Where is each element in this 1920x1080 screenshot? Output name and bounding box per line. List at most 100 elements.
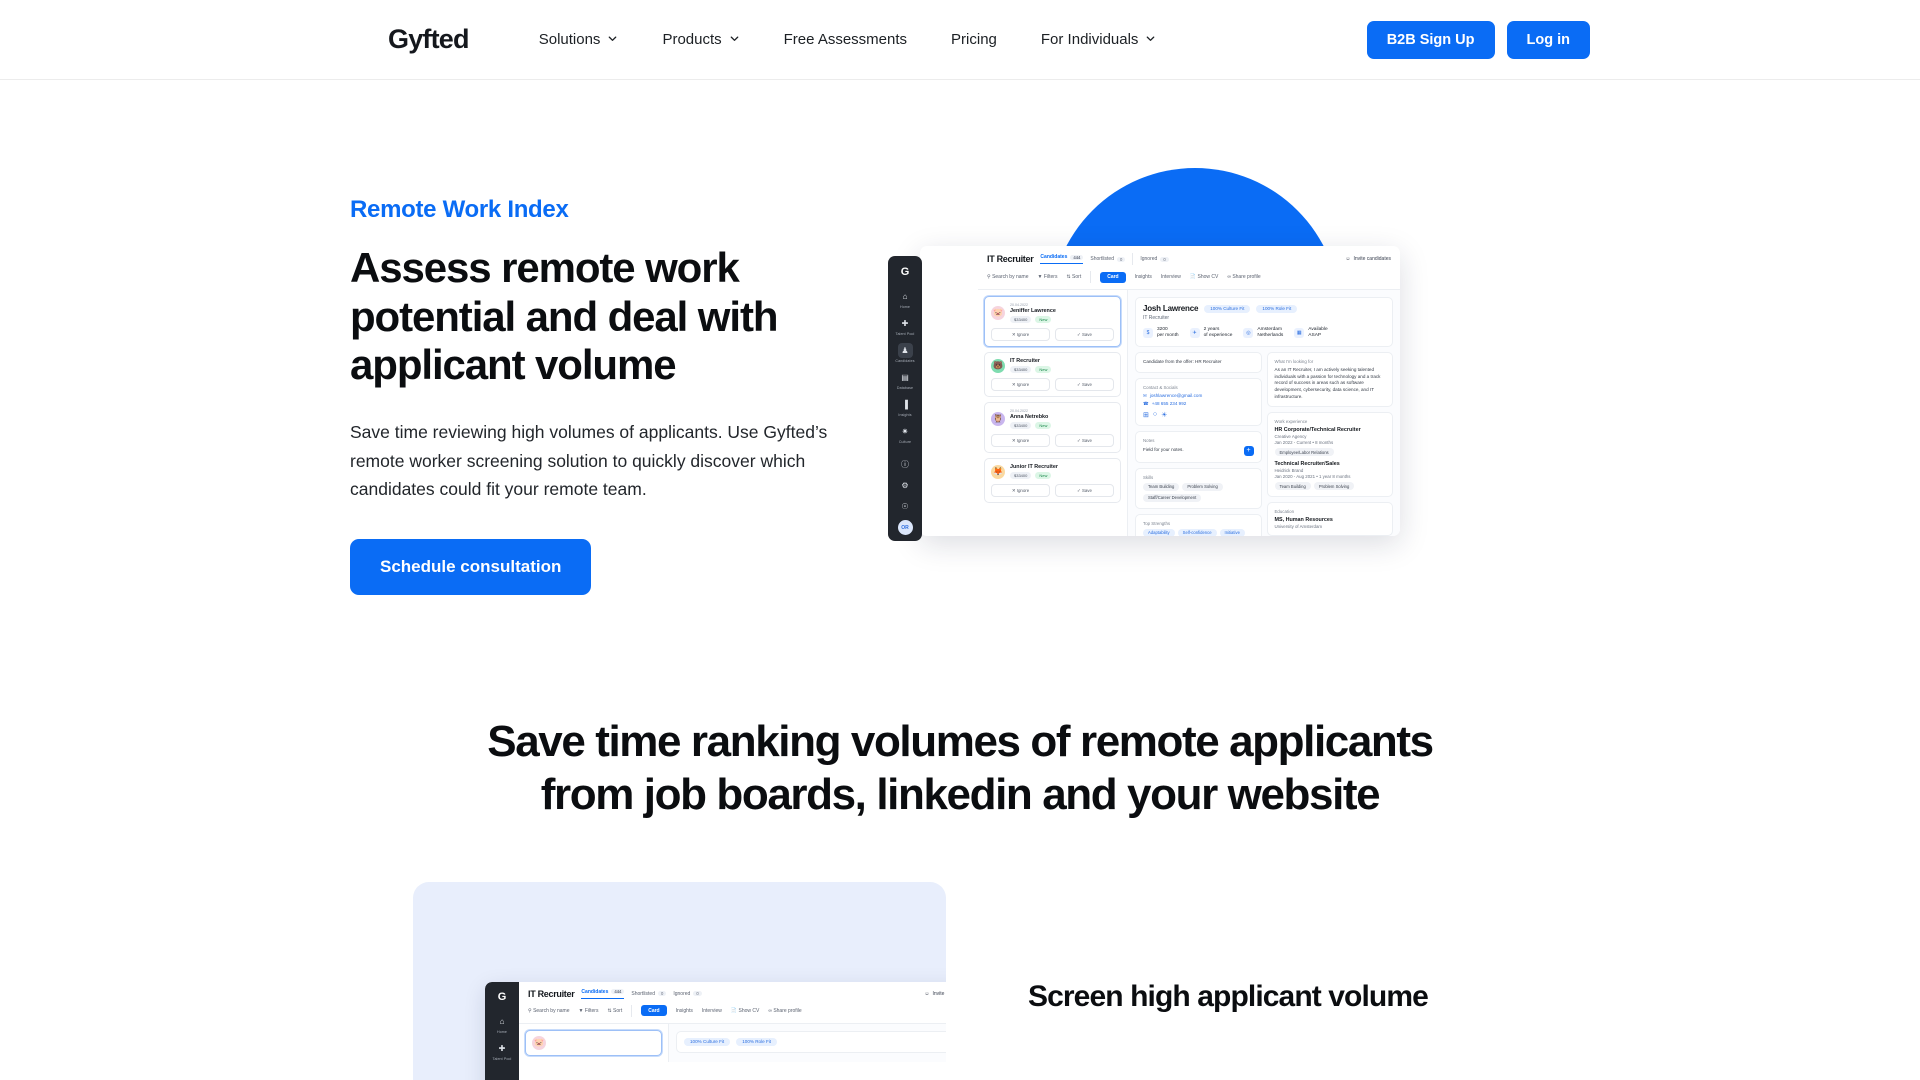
save-button[interactable]: ✓ Save bbox=[1055, 434, 1114, 447]
candidate-card[interactable]: 🦊 Junior IT Recruiter $33400 New ✕ Ignor… bbox=[984, 458, 1121, 503]
search-placeholder: Search by name bbox=[533, 1007, 570, 1014]
mockup-window: IT Recruiter Candidates 444 Shortlisted … bbox=[920, 246, 1400, 536]
login-button[interactable]: Log in bbox=[1506, 20, 1590, 59]
email-row[interactable]: ✉ joshlawrence@gmail.com bbox=[1143, 393, 1254, 399]
invite-candidates-button[interactable]: ☺ Invite candidates bbox=[924, 991, 946, 997]
sidebar-item-talent-pool[interactable]: ✚ Talent Pool bbox=[493, 1041, 512, 1061]
mockup-tab-ignored[interactable]: Ignored 0 bbox=[673, 990, 702, 997]
mockup-tab-candidates[interactable]: Candidates 444 bbox=[581, 989, 625, 999]
share-label: Share profile bbox=[773, 1007, 802, 1014]
schedule-consultation-button[interactable]: Schedule consultation bbox=[350, 539, 592, 596]
job-company: Creative Agency bbox=[1274, 434, 1307, 440]
save-button[interactable]: ✓ Save bbox=[1055, 484, 1114, 497]
sort-button[interactable]: ⇅ Sort bbox=[607, 1008, 622, 1014]
work-label: Work experience bbox=[1274, 419, 1308, 425]
nav-item-solutions[interactable]: Solutions bbox=[517, 31, 641, 48]
filters-button[interactable]: ▼ Filters bbox=[1037, 274, 1057, 280]
sort-label: Sort bbox=[1072, 274, 1082, 280]
view-tab-interview[interactable]: Interview bbox=[702, 1008, 722, 1014]
github-icon[interactable]: ○ bbox=[1153, 411, 1157, 419]
stat-label: Netherlands bbox=[1257, 333, 1284, 339]
invite-label: Invite candidates bbox=[1353, 256, 1391, 262]
nav-item-label: For Individuals bbox=[1040, 31, 1139, 48]
mockup-header: IT Recruiter Candidates 444 Shortlisted … bbox=[978, 246, 1400, 265]
mockup-toolbar: ⚲ Search by name ▼ Filters ⇅ Sort Card I… bbox=[978, 265, 1400, 290]
avatar[interactable]: OR bbox=[897, 520, 913, 535]
sort-button[interactable]: ⇅ Sort bbox=[1066, 274, 1081, 280]
mockup-sidebar: G ⌂ Home ✚ Talent Pool bbox=[485, 981, 519, 1080]
tab-label: Ignored bbox=[673, 990, 691, 997]
ignore-button[interactable]: ✕ Ignore bbox=[991, 434, 1050, 447]
sidebar-item-home[interactable]: ⌂ Home bbox=[495, 1014, 510, 1034]
stat-value: 2 years bbox=[1203, 327, 1220, 332]
mockup-tab-shortlisted[interactable]: Shortlisted 0 bbox=[631, 991, 667, 997]
gyfted-logo[interactable]: Gyfted bbox=[388, 24, 470, 55]
share-profile-button[interactable]: ∞ Share profile bbox=[768, 1008, 801, 1014]
linkedin-icon[interactable]: ⊞ bbox=[1143, 411, 1149, 419]
globe-icon[interactable]: ☀ bbox=[1161, 411, 1167, 419]
add-person-icon: ✚ bbox=[498, 1043, 506, 1053]
stat-location: ◎ Amsterdam Netherlands bbox=[1243, 327, 1283, 340]
b2b-signup-button[interactable]: B2B Sign Up bbox=[1366, 20, 1495, 59]
save-button[interactable]: ✓ Save bbox=[1055, 328, 1114, 341]
job-tag: Problem Solving bbox=[1313, 482, 1355, 491]
ignore-button[interactable]: ✕ Ignore bbox=[991, 484, 1050, 497]
candidate-card[interactable]: 🦉 20.04.2022 Anna Netrebko $33400 New ✕ … bbox=[984, 402, 1121, 453]
candidate-card[interactable]: 🐻 IT Recruiter $33400 New ✕ Ignore ✓ Sav… bbox=[984, 352, 1121, 397]
nav-item-free-assessments[interactable]: Free Assessments bbox=[762, 31, 929, 48]
sidebar-item-candidates[interactable]: ♟ Candidates bbox=[895, 343, 914, 363]
sidebar-item-talent-pool[interactable]: ✚ Talent Pool bbox=[896, 316, 915, 336]
sidebar-item-database[interactable]: ▤ Database bbox=[897, 370, 913, 390]
invite-person-icon: ☺ bbox=[924, 990, 930, 997]
gear-icon[interactable]: ⚙ bbox=[898, 478, 913, 493]
help-icon[interactable]: ⓘ bbox=[898, 457, 913, 472]
phone-row[interactable]: ☎ +48 655 234 992 bbox=[1143, 401, 1254, 407]
show-cv-button[interactable]: 📄 Show CV bbox=[731, 1008, 759, 1014]
mockup-columns: 🐷 20.04.2022 Jeniffer Lawrence $33400 Ne… bbox=[978, 290, 1400, 536]
tab-count: 444 bbox=[1070, 254, 1084, 260]
sidebar-item-insights[interactable]: ▐ Insights bbox=[898, 397, 913, 417]
nav-item-products[interactable]: Products bbox=[640, 31, 761, 48]
hero-illustration: IT Recruiter Candidates 444 Shortlisted … bbox=[870, 168, 1590, 598]
search-input[interactable]: ⚲ Search by name bbox=[528, 1008, 569, 1014]
view-tab-interview[interactable]: Interview bbox=[1161, 274, 1181, 280]
share-profile-button[interactable]: ∞ Share profile bbox=[1227, 274, 1260, 280]
ignore-button[interactable]: ✕ Ignore bbox=[991, 378, 1050, 391]
filters-button[interactable]: ▼ Filters bbox=[578, 1008, 598, 1014]
role-fit-badge: 100% Role Fit bbox=[1256, 304, 1298, 313]
location-icon: ◎ bbox=[1243, 328, 1254, 339]
search-placeholder: Search by name bbox=[992, 274, 1029, 280]
save-button[interactable]: ✓ Save bbox=[1055, 378, 1114, 391]
people-icon: ♟ bbox=[897, 343, 913, 358]
view-tab-insights[interactable]: Insights bbox=[676, 1008, 693, 1014]
view-tab-card[interactable]: Card bbox=[1100, 271, 1126, 283]
notes-input[interactable]: Field for your notes. bbox=[1143, 447, 1184, 454]
candidate-card[interactable]: 🐷 bbox=[525, 1029, 662, 1056]
job-period: Jan 2022 - Current • 8 months bbox=[1274, 440, 1334, 446]
mockup-tab-candidates[interactable]: Candidates 444 bbox=[1040, 254, 1084, 264]
mockup-columns: 🐷 100% Culture Fit 100% Role Fit bbox=[519, 1023, 946, 1062]
nav-item-for-individuals[interactable]: For Individuals bbox=[1019, 31, 1179, 48]
tab-count: 0 bbox=[658, 991, 667, 997]
tab-count: 444 bbox=[611, 989, 625, 995]
stat-label: ASAP bbox=[1308, 333, 1322, 339]
contact-label: Contact & Socials bbox=[1143, 384, 1178, 390]
ignore-button[interactable]: ✕ Ignore bbox=[991, 328, 1050, 341]
view-tab-insights[interactable]: Insights bbox=[1135, 274, 1152, 280]
mockup-tab-ignored[interactable]: Ignored 0 bbox=[1140, 256, 1169, 262]
settings-icon[interactable]: ☉ bbox=[898, 499, 913, 514]
sidebar-item-culture[interactable]: ✷ Culture bbox=[898, 424, 913, 444]
avatar: 🐷 bbox=[532, 1035, 546, 1050]
invite-candidates-button[interactable]: ☺ Invite candidates bbox=[1345, 256, 1391, 262]
view-tab-card[interactable]: Card bbox=[641, 1005, 667, 1017]
show-cv-button[interactable]: 📄 Show CV bbox=[1190, 274, 1218, 280]
candidate-name: Jeniffer Lawrence bbox=[1010, 308, 1056, 314]
sidebar-item-label: Candidates bbox=[895, 359, 915, 363]
job-tag: Team Building bbox=[1274, 482, 1311, 491]
nav-item-pricing[interactable]: Pricing bbox=[929, 31, 1019, 48]
plus-icon[interactable]: + bbox=[1243, 445, 1254, 456]
mockup-tab-shortlisted[interactable]: Shortlisted 0 bbox=[1090, 256, 1126, 262]
candidate-card[interactable]: 🐷 20.04.2022 Jeniffer Lawrence $33400 Ne… bbox=[984, 296, 1121, 347]
search-input[interactable]: ⚲ Search by name bbox=[987, 274, 1028, 280]
sidebar-item-home[interactable]: ⌂ Home bbox=[898, 289, 913, 309]
